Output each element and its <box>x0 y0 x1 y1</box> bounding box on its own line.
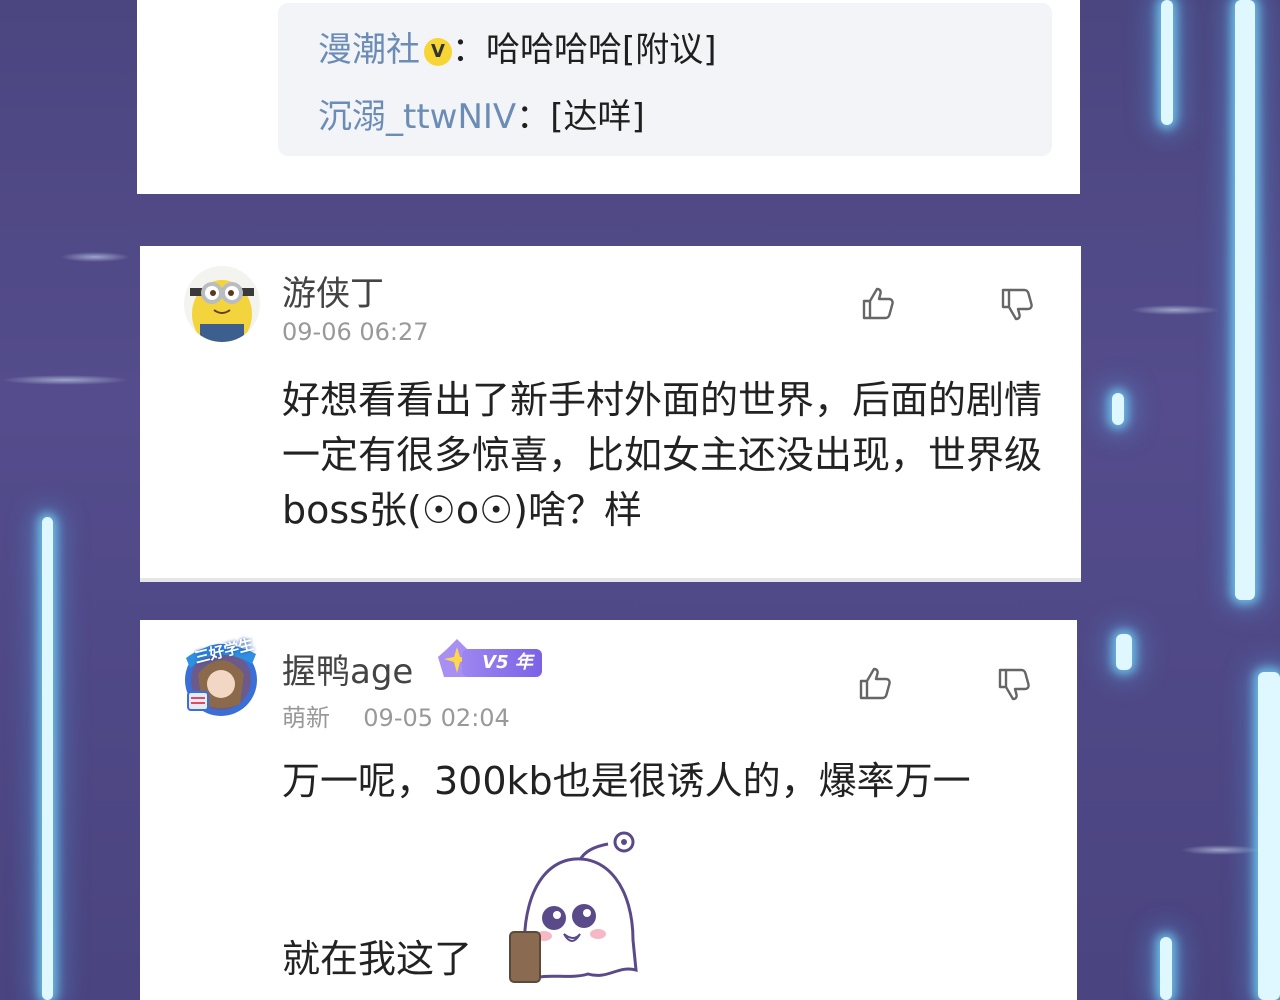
background-streak <box>1130 305 1220 315</box>
anime-character-avatar-icon[interactable]: 三好学生 <box>184 635 260 718</box>
background-light-strip <box>1160 937 1172 1000</box>
comment-author-name[interactable]: 握鸭age V5 年 <box>282 639 543 693</box>
comment-card: 游侠丁 09-06 06:27 好想看看出了新手村外面的世界，后面的剧情一定有很… <box>140 246 1081 582</box>
comment-text-line: 万一呢，300kb也是很诱人的，爆率万一 <box>282 759 971 803</box>
background-streak <box>60 252 130 262</box>
reply-thread-card: 漫潮社 V ：哈哈哈哈[附议] 沉溺_ttwNIV：[达咩] <box>137 0 1080 194</box>
comment-meta: 萌新 09-05 02:04 <box>282 698 510 733</box>
reply-item: 漫潮社 V ：哈哈哈哈[附议] <box>318 30 717 70</box>
comment-author-name[interactable]: 游侠丁 <box>282 266 384 315</box>
comment-text: 好想看看出了新手村外面的世界，后面的剧情一定有很多惊喜，比如女主还没出现，世界级… <box>282 378 1043 532</box>
reply-preview-box[interactable]: 漫潮社 V ：哈哈哈哈[附议] 沉溺_ttwNIV：[达咩] <box>278 3 1052 156</box>
thumbs-down-icon[interactable] <box>994 664 1034 704</box>
ghost-sticker-icon <box>508 830 648 990</box>
background-light-strip <box>1161 0 1173 125</box>
user-level-tag: 萌新 <box>282 704 330 732</box>
thumbs-down-icon[interactable] <box>997 284 1037 324</box>
reply-separator: ： <box>516 97 551 137</box>
reply-text: 哈哈哈哈[附议] <box>486 30 717 70</box>
author-name-text: 握鸭age <box>282 652 414 692</box>
background-light-strip <box>1112 393 1124 425</box>
background-light-strip <box>1258 672 1280 1000</box>
background-light-strip <box>1235 0 1255 600</box>
reply-author-link[interactable]: 沉溺_ttwNIV <box>318 97 516 137</box>
background-light-strip <box>42 517 53 1000</box>
vip-label: V5 年 <box>462 649 543 677</box>
reply-text: [达咩] <box>550 97 645 137</box>
vip-badge[interactable]: V5 年 <box>434 639 543 677</box>
background-streak <box>1180 845 1260 855</box>
comment-timestamp: 09-06 06:27 <box>282 318 429 346</box>
comment-card: 三好学生 握鸭age V5 年 萌新 09-05 02:04 万一呢，300kb… <box>140 620 1077 1000</box>
reply-item: 沉溺_ttwNIV：[达咩] <box>318 97 645 137</box>
comment-text-line: 就在我这了 <box>282 937 473 981</box>
background-streak <box>0 375 130 385</box>
comment-timestamp: 09-05 02:04 <box>363 704 510 732</box>
thumbs-up-icon[interactable] <box>858 284 898 324</box>
thumbs-up-icon[interactable] <box>855 664 895 704</box>
reply-separator: ： <box>452 30 486 70</box>
reply-author-link[interactable]: 漫潮社 <box>318 30 420 70</box>
verified-badge-icon: V <box>424 38 452 66</box>
minion-avatar-icon[interactable] <box>184 266 260 342</box>
background-light-strip <box>1116 634 1132 670</box>
